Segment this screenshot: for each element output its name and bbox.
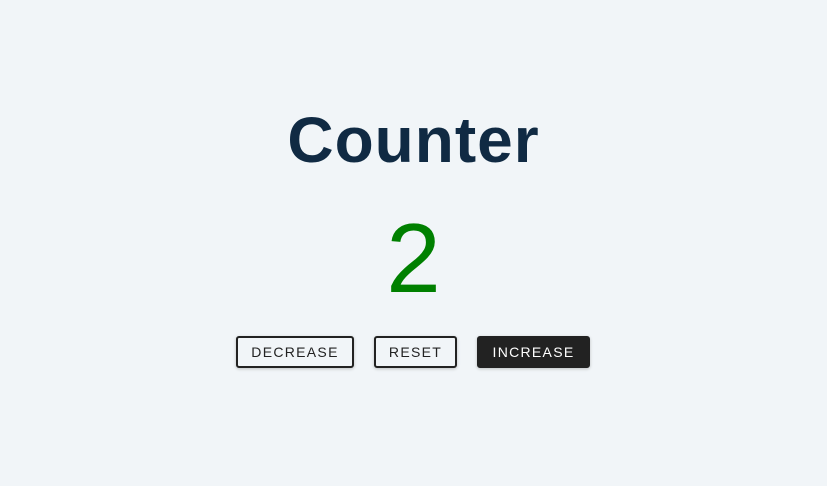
counter-value: 2 — [386, 203, 441, 313]
page-title: Counter — [287, 104, 540, 176]
reset-button[interactable]: RESET — [374, 336, 457, 368]
increase-button[interactable]: INCREASE — [477, 336, 590, 368]
counter-app: Counter 2 DECREASE RESET INCREASE — [0, 0, 827, 486]
decrease-button[interactable]: DECREASE — [236, 336, 354, 368]
